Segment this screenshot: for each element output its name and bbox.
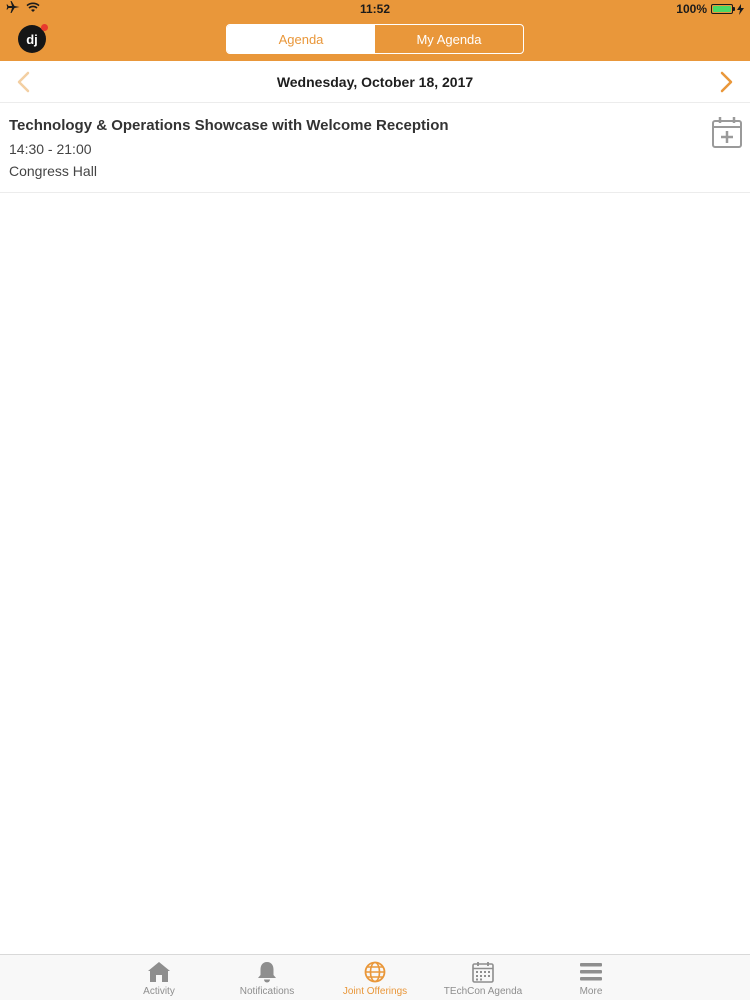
- agenda-segmented-control: Agenda My Agenda: [226, 24, 524, 54]
- tab-label: More: [579, 986, 603, 997]
- battery-icon: [711, 4, 735, 14]
- next-day-button[interactable]: [714, 69, 740, 95]
- status-bar: 11:52 100%: [0, 0, 750, 18]
- calendar-icon: [472, 962, 494, 983]
- tab-notifications[interactable]: Notifications: [213, 955, 321, 1000]
- tab-my-agenda[interactable]: My Agenda: [375, 25, 523, 53]
- app-logo[interactable]: dj: [18, 24, 48, 53]
- session-location: Congress Hall: [9, 163, 97, 179]
- session-title: Technology & Operations Showcase with We…: [9, 117, 449, 134]
- tab-more[interactable]: More: [537, 955, 645, 1000]
- charging-icon: [737, 3, 744, 15]
- tab-label: Notifications: [239, 986, 295, 997]
- tab-label: Joint Offerings: [342, 986, 408, 997]
- battery-percent: 100%: [676, 2, 707, 16]
- tab-bar: Activity Notifications Joint Offerings T…: [0, 954, 750, 1000]
- session-time: 14:30 - 21:00: [9, 141, 92, 157]
- tab-agenda[interactable]: Agenda: [227, 25, 375, 53]
- status-time: 11:52: [359, 2, 391, 16]
- status-right: 100%: [676, 2, 744, 16]
- add-to-calendar-button[interactable]: [711, 115, 743, 149]
- notification-dot: [41, 24, 48, 31]
- menu-icon: [580, 963, 602, 981]
- tab-techcon-agenda[interactable]: TEchCon Agenda: [429, 955, 537, 1000]
- agenda-item[interactable]: Technology & Operations Showcase with We…: [0, 103, 750, 193]
- chevron-right-icon: [720, 71, 733, 93]
- tab-joint-offerings[interactable]: Joint Offerings: [321, 955, 429, 1000]
- home-icon: [148, 962, 170, 982]
- bell-icon: [258, 962, 276, 983]
- date-navigation: Wednesday, October 18, 2017: [0, 61, 750, 103]
- tab-activity[interactable]: Activity: [105, 955, 213, 1000]
- tab-label: TEchCon Agenda: [443, 986, 523, 997]
- current-date: Wednesday, October 18, 2017: [276, 74, 474, 90]
- calendar-add-icon: [712, 117, 742, 148]
- globe-icon: [364, 961, 386, 983]
- nav-bar: dj Agenda My Agenda: [0, 18, 750, 61]
- tab-label: Activity: [143, 986, 175, 997]
- logo-text: dj: [26, 31, 38, 47]
